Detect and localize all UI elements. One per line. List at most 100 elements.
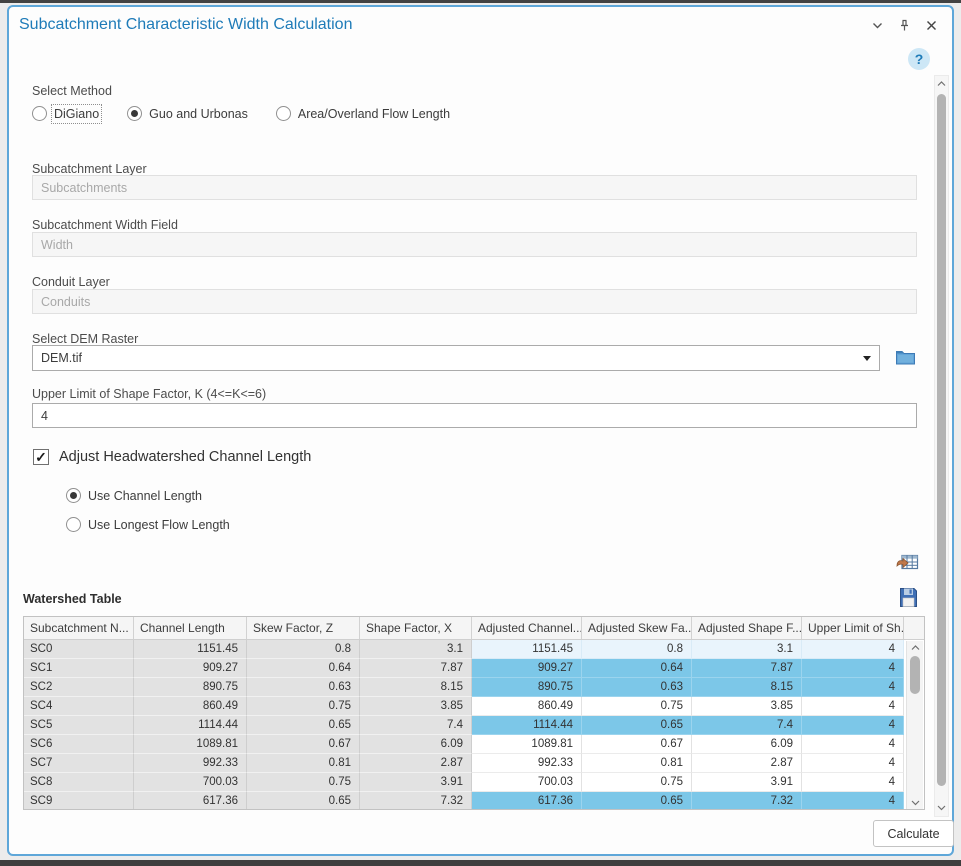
subcatchment-layer-field[interactable]: Subcatchments bbox=[32, 175, 917, 200]
table-scroll-down-icon[interactable] bbox=[907, 796, 923, 809]
combo-caret-icon[interactable] bbox=[863, 356, 871, 361]
cell-SC9-col5[interactable]: 0.65 bbox=[582, 792, 692, 810]
cell-SC4-col1[interactable]: 860.49 bbox=[134, 697, 247, 716]
cell-SC4-col0[interactable]: SC4 bbox=[24, 697, 134, 716]
adjust-headwatershed-checkbox[interactable]: ✓ bbox=[33, 449, 49, 465]
cell-SC1-col5[interactable]: 0.64 bbox=[582, 659, 692, 678]
cell-SC7-col1[interactable]: 992.33 bbox=[134, 754, 247, 773]
cell-SC9-col7[interactable]: 4 bbox=[802, 792, 904, 810]
cell-SC8-col7[interactable]: 4 bbox=[802, 773, 904, 792]
cell-SC7-col3[interactable]: 2.87 bbox=[360, 754, 472, 773]
cell-SC9-col0[interactable]: SC9 bbox=[24, 792, 134, 810]
close-icon[interactable] bbox=[925, 19, 938, 32]
cell-SC0-col0[interactable]: SC0 bbox=[24, 640, 134, 659]
open-table-button[interactable] bbox=[896, 552, 919, 579]
cell-SC6-col3[interactable]: 6.09 bbox=[360, 735, 472, 754]
method-option-2-radio[interactable] bbox=[276, 106, 291, 121]
cell-SC5-col3[interactable]: 7.4 bbox=[360, 716, 472, 735]
table-row-SC0[interactable]: SC01151.450.83.11151.450.83.14 bbox=[24, 640, 924, 659]
cell-SC4-col3[interactable]: 3.85 bbox=[360, 697, 472, 716]
cell-SC5-col7[interactable]: 4 bbox=[802, 716, 904, 735]
cell-SC0-col3[interactable]: 3.1 bbox=[360, 640, 472, 659]
cell-SC2-col1[interactable]: 890.75 bbox=[134, 678, 247, 697]
cell-SC5-col4[interactable]: 1114.44 bbox=[472, 716, 582, 735]
cell-SC0-col6[interactable]: 3.1 bbox=[692, 640, 802, 659]
table-scrollbar-thumb[interactable] bbox=[910, 656, 920, 694]
column-header-0[interactable]: Subcatchment N... bbox=[24, 617, 134, 639]
method-option-1-label[interactable]: Guo and Urbonas bbox=[149, 107, 248, 121]
cell-SC2-col0[interactable]: SC2 bbox=[24, 678, 134, 697]
cell-SC2-col3[interactable]: 8.15 bbox=[360, 678, 472, 697]
table-row-SC1[interactable]: SC1909.270.647.87909.270.647.874 bbox=[24, 659, 924, 678]
column-header-4[interactable]: Adjusted Channel... bbox=[472, 617, 582, 639]
cell-SC7-col6[interactable]: 2.87 bbox=[692, 754, 802, 773]
cell-SC7-col0[interactable]: SC7 bbox=[24, 754, 134, 773]
adjust-option-1-radio[interactable] bbox=[66, 517, 81, 532]
cell-SC7-col7[interactable]: 4 bbox=[802, 754, 904, 773]
table-row-SC5[interactable]: SC51114.440.657.41114.440.657.44 bbox=[24, 716, 924, 735]
cell-SC6-col4[interactable]: 1089.81 bbox=[472, 735, 582, 754]
cell-SC0-col1[interactable]: 1151.45 bbox=[134, 640, 247, 659]
table-scroll-up-icon[interactable] bbox=[907, 641, 923, 654]
cell-SC4-col2[interactable]: 0.75 bbox=[247, 697, 360, 716]
table-row-SC4[interactable]: SC4860.490.753.85860.490.753.854 bbox=[24, 697, 924, 716]
cell-SC5-col1[interactable]: 1114.44 bbox=[134, 716, 247, 735]
method-option-2-label[interactable]: Area/Overland Flow Length bbox=[298, 107, 450, 121]
method-option-0-radio[interactable] bbox=[32, 106, 47, 121]
adjust-option-0-radio[interactable] bbox=[66, 488, 81, 503]
cell-SC0-col7[interactable]: 4 bbox=[802, 640, 904, 659]
cell-SC6-col6[interactable]: 6.09 bbox=[692, 735, 802, 754]
cell-SC9-col6[interactable]: 7.32 bbox=[692, 792, 802, 810]
cell-SC8-col2[interactable]: 0.75 bbox=[247, 773, 360, 792]
cell-SC9-col1[interactable]: 617.36 bbox=[134, 792, 247, 810]
cell-SC1-col3[interactable]: 7.87 bbox=[360, 659, 472, 678]
cell-SC7-col5[interactable]: 0.81 bbox=[582, 754, 692, 773]
dem-raster-combobox[interactable]: DEM.tif bbox=[32, 345, 880, 371]
cell-SC0-col2[interactable]: 0.8 bbox=[247, 640, 360, 659]
table-row-SC7[interactable]: SC7992.330.812.87992.330.812.874 bbox=[24, 754, 924, 773]
cell-SC5-col6[interactable]: 7.4 bbox=[692, 716, 802, 735]
column-header-2[interactable]: Skew Factor, Z bbox=[247, 617, 360, 639]
cell-SC6-col5[interactable]: 0.67 bbox=[582, 735, 692, 754]
cell-SC4-col5[interactable]: 0.75 bbox=[582, 697, 692, 716]
cell-SC1-col6[interactable]: 7.87 bbox=[692, 659, 802, 678]
cell-SC0-col5[interactable]: 0.8 bbox=[582, 640, 692, 659]
cell-SC9-col2[interactable]: 0.65 bbox=[247, 792, 360, 810]
cell-SC1-col1[interactable]: 909.27 bbox=[134, 659, 247, 678]
table-row-SC2[interactable]: SC2890.750.638.15890.750.638.154 bbox=[24, 678, 924, 697]
cell-SC0-col4[interactable]: 1151.45 bbox=[472, 640, 582, 659]
cell-SC8-col3[interactable]: 3.91 bbox=[360, 773, 472, 792]
cell-SC8-col1[interactable]: 700.03 bbox=[134, 773, 247, 792]
shape-factor-limit-input[interactable]: 4 bbox=[32, 403, 917, 428]
subcatchment-width-field[interactable]: Width bbox=[32, 232, 917, 257]
conduit-layer-field[interactable]: Conduits bbox=[32, 289, 917, 314]
table-row-SC8[interactable]: SC8700.030.753.91700.030.753.914 bbox=[24, 773, 924, 792]
cell-SC5-col5[interactable]: 0.65 bbox=[582, 716, 692, 735]
chevron-down-icon[interactable] bbox=[871, 19, 884, 32]
cell-SC2-col6[interactable]: 8.15 bbox=[692, 678, 802, 697]
help-icon[interactable]: ? bbox=[908, 48, 930, 70]
cell-SC2-col7[interactable]: 4 bbox=[802, 678, 904, 697]
column-header-6[interactable]: Adjusted Shape F... bbox=[692, 617, 802, 639]
scroll-down-icon[interactable] bbox=[935, 801, 948, 815]
browse-folder-button[interactable] bbox=[895, 347, 916, 372]
scroll-up-icon[interactable] bbox=[935, 77, 948, 91]
cell-SC1-col2[interactable]: 0.64 bbox=[247, 659, 360, 678]
table-row-SC9[interactable]: SC9617.360.657.32617.360.657.324 bbox=[24, 792, 924, 810]
cell-SC6-col0[interactable]: SC6 bbox=[24, 735, 134, 754]
panel-scrollbar-thumb[interactable] bbox=[937, 94, 946, 786]
column-header-1[interactable]: Channel Length bbox=[134, 617, 247, 639]
cell-SC2-col2[interactable]: 0.63 bbox=[247, 678, 360, 697]
cell-SC4-col7[interactable]: 4 bbox=[802, 697, 904, 716]
cell-SC2-col5[interactable]: 0.63 bbox=[582, 678, 692, 697]
cell-SC1-col4[interactable]: 909.27 bbox=[472, 659, 582, 678]
method-option-1-radio[interactable] bbox=[127, 106, 142, 121]
cell-SC8-col6[interactable]: 3.91 bbox=[692, 773, 802, 792]
cell-SC5-col0[interactable]: SC5 bbox=[24, 716, 134, 735]
cell-SC6-col2[interactable]: 0.67 bbox=[247, 735, 360, 754]
table-row-SC6[interactable]: SC61089.810.676.091089.810.676.094 bbox=[24, 735, 924, 754]
cell-SC1-col7[interactable]: 4 bbox=[802, 659, 904, 678]
cell-SC9-col4[interactable]: 617.36 bbox=[472, 792, 582, 810]
panel-scrollbar[interactable] bbox=[934, 75, 949, 817]
calculate-button[interactable]: Calculate bbox=[873, 820, 954, 847]
